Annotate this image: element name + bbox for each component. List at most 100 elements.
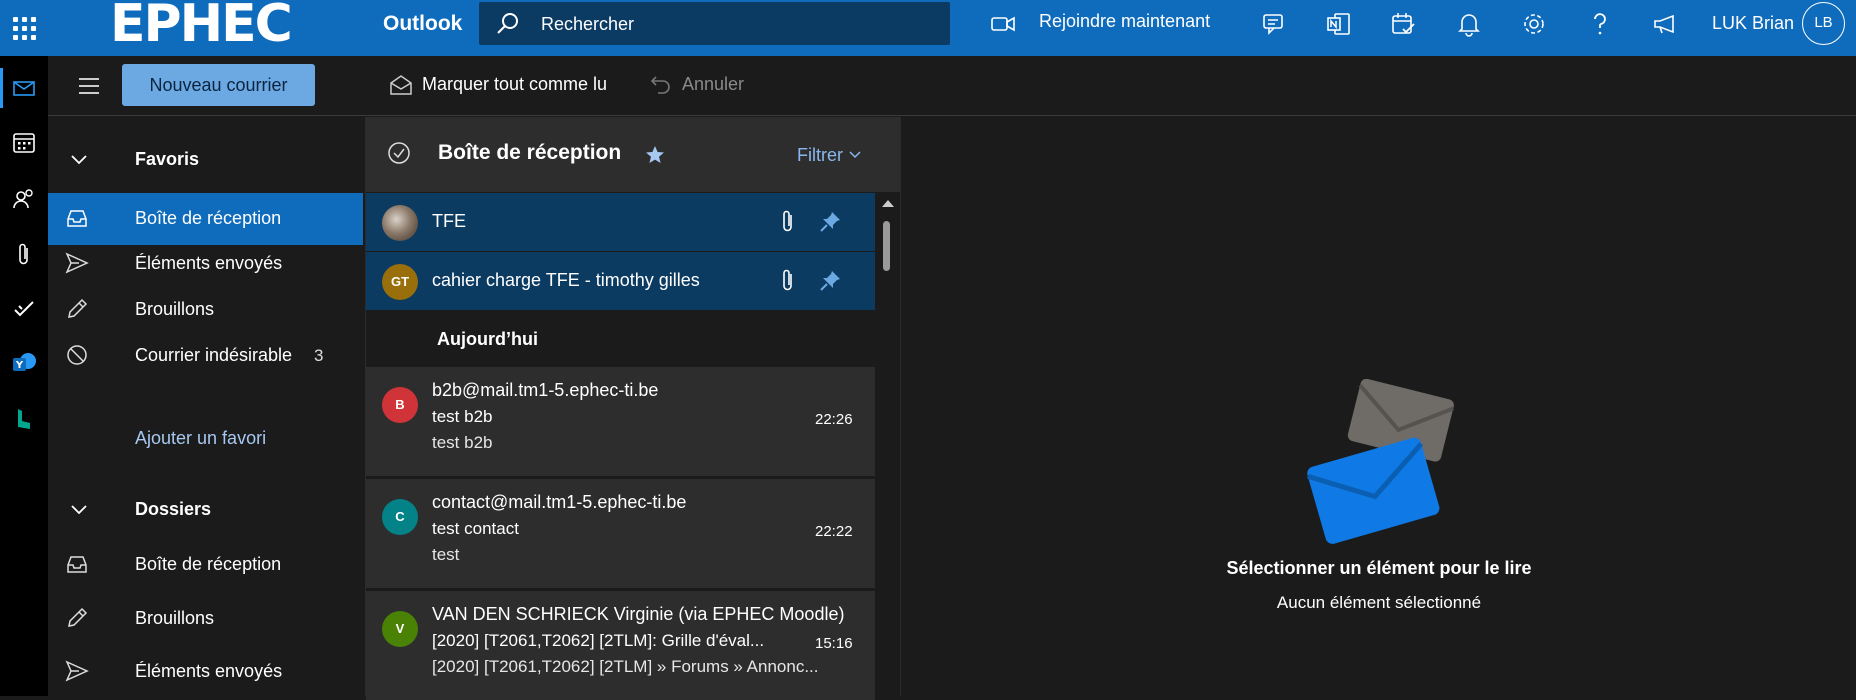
pencil-icon: [68, 298, 88, 318]
app-rail: Y: [0, 56, 48, 696]
mark-all-read-button[interactable]: Marquer tout comme lu: [422, 74, 607, 95]
folder-item-inbox[interactable]: Boîte de réception: [48, 539, 363, 591]
message-title: TFE: [432, 211, 466, 231]
ephec-logo: EPHEC: [110, 0, 293, 54]
filter-button[interactable]: Filtrer: [797, 145, 862, 166]
svg-text:Y: Y: [15, 360, 24, 371]
nav-item-drafts[interactable]: Brouillons: [48, 284, 363, 336]
pencil-icon: [68, 607, 88, 627]
list-title: Boîte de réception: [438, 141, 622, 164]
bookings-icon[interactable]: [10, 405, 38, 433]
reading-pane: Sélectionner un élément pour le lire Auc…: [900, 117, 1856, 696]
megaphone-icon[interactable]: [1651, 10, 1679, 38]
user-name[interactable]: LUK Brian: [1712, 13, 1794, 34]
hamburger-menu-icon[interactable]: [79, 78, 99, 99]
pin-icon[interactable]: [818, 269, 842, 293]
empty-state-title: Sélectionner un élément pour le lire: [1226, 558, 1532, 578]
chevron-down-icon: [71, 505, 87, 515]
message-title: cahier charge TFE - timothy gilles: [432, 270, 700, 290]
select-all-checkbox-icon[interactable]: [386, 140, 412, 166]
message-time: 22:26: [815, 411, 853, 428]
scroll-thumb[interactable]: [883, 221, 890, 271]
nav-item-junk[interactable]: Courrier indésirable 3: [48, 330, 363, 382]
sender-avatar: B: [382, 387, 418, 423]
scroll-up-arrow-icon[interactable]: [882, 200, 894, 207]
undo-button[interactable]: Annuler: [682, 74, 744, 95]
chevron-down-icon: [849, 151, 861, 159]
message-preview: test b2b: [432, 433, 493, 452]
pin-icon[interactable]: [818, 210, 842, 234]
app-launcher-icon[interactable]: [10, 9, 38, 47]
star-icon[interactable]: [644, 144, 666, 166]
message-sender: b2b@mail.tm1-5.ephec-ti.be: [432, 380, 659, 400]
sender-avatar: V: [382, 611, 418, 647]
search-box[interactable]: Rechercher: [479, 2, 950, 45]
filter-label: Filtrer: [797, 145, 843, 165]
calendar-icon[interactable]: [10, 128, 38, 156]
pinned-message[interactable]: GT cahier charge TFE - timothy gilles: [366, 252, 875, 310]
favorites-label: Favoris: [135, 149, 200, 169]
paperclip-icon[interactable]: [10, 240, 38, 268]
calendar-check-icon[interactable]: [1389, 10, 1417, 38]
send-icon: [65, 660, 89, 682]
todo-icon[interactable]: [10, 294, 38, 322]
message-subject: [2020] [T2061,T2062] [2TLM]: Grille d'év…: [432, 631, 765, 650]
video-icon[interactable]: [990, 12, 1016, 36]
message-list: Boîte de réception Filtrer TFE GT cahier…: [365, 117, 900, 700]
add-favorite-link[interactable]: Ajouter un favori: [135, 428, 266, 449]
nav-item-sent[interactable]: Éléments envoyés: [48, 238, 363, 290]
favorites-header[interactable]: Favoris: [48, 134, 363, 186]
mail-icon[interactable]: [10, 74, 38, 102]
envelope-open-icon: [390, 75, 412, 95]
chevron-down-icon: [71, 155, 87, 165]
message-preview: [2020] [T2061,T2062] [2TLM] » Forums » A…: [432, 657, 819, 676]
undo-icon: [650, 76, 670, 94]
message-item[interactable]: B b2b@mail.tm1-5.ephec-ti.be test b2b te…: [366, 366, 875, 476]
nav-item-label: Éléments envoyés: [135, 253, 283, 273]
inbox-icon: [67, 556, 87, 573]
empty-state-subtitle: Aucun élément sélectionné: [1276, 593, 1482, 612]
sender-avatar: [382, 205, 418, 241]
inbox-icon: [67, 210, 87, 227]
blocked-icon: [67, 345, 87, 365]
folders-header[interactable]: Dossiers: [48, 484, 363, 536]
new-mail-button[interactable]: Nouveau courrier: [122, 64, 315, 106]
envelopes-illustration: [1307, 379, 1454, 544]
rail-active-indicator: [0, 68, 3, 108]
onenote-icon[interactable]: [1325, 10, 1353, 38]
nav-item-label: Boîte de réception: [135, 208, 282, 228]
nav-item-label: Courrier indésirable: [135, 345, 293, 365]
message-subject: test contact: [432, 519, 519, 538]
folder-item-drafts[interactable]: Brouillons: [48, 593, 363, 645]
message-sender: contact@mail.tm1-5.ephec-ti.be: [432, 492, 687, 512]
people-icon[interactable]: [10, 185, 38, 213]
message-item[interactable]: V VAN DEN SCHRIECK Virginie (via EPHEC M…: [366, 590, 875, 700]
folder-pane: Favoris Boîte de réception Éléments envo…: [48, 117, 363, 696]
search-icon: [497, 13, 518, 34]
unread-count: 3: [314, 346, 324, 365]
search-input[interactable]: Rechercher: [541, 14, 634, 35]
folder-item-sent[interactable]: Éléments envoyés: [48, 646, 363, 698]
join-now-button[interactable]: Rejoindre maintenant: [1039, 11, 1210, 32]
help-icon[interactable]: [1586, 10, 1614, 38]
bell-icon[interactable]: [1455, 10, 1483, 38]
command-bar: [48, 56, 1856, 116]
message-time: 22:22: [815, 523, 853, 540]
message-time: 15:16: [815, 635, 853, 652]
app-name[interactable]: Outlook: [383, 11, 462, 37]
folders-label: Dossiers: [135, 499, 212, 519]
list-scrollbar[interactable]: [875, 192, 900, 696]
user-avatar[interactable]: LB: [1802, 2, 1845, 45]
paperclip-icon: [783, 210, 792, 232]
nav-item-label: Boîte de réception: [135, 554, 282, 574]
top-bar: EPHEC Outlook Rechercher Rejoindre maint…: [0, 0, 1856, 56]
sender-avatar: C: [382, 499, 418, 535]
pinned-message[interactable]: TFE: [366, 193, 875, 251]
message-item[interactable]: C contact@mail.tm1-5.ephec-ti.be test co…: [366, 478, 875, 588]
group-header-today: Aujourd’hui: [437, 329, 538, 349]
gear-icon[interactable]: [1520, 10, 1548, 38]
paperclip-icon: [783, 269, 792, 291]
chat-icon[interactable]: [1261, 10, 1289, 38]
yammer-icon[interactable]: Y: [10, 349, 38, 377]
list-header: Boîte de réception Filtrer: [366, 117, 900, 192]
